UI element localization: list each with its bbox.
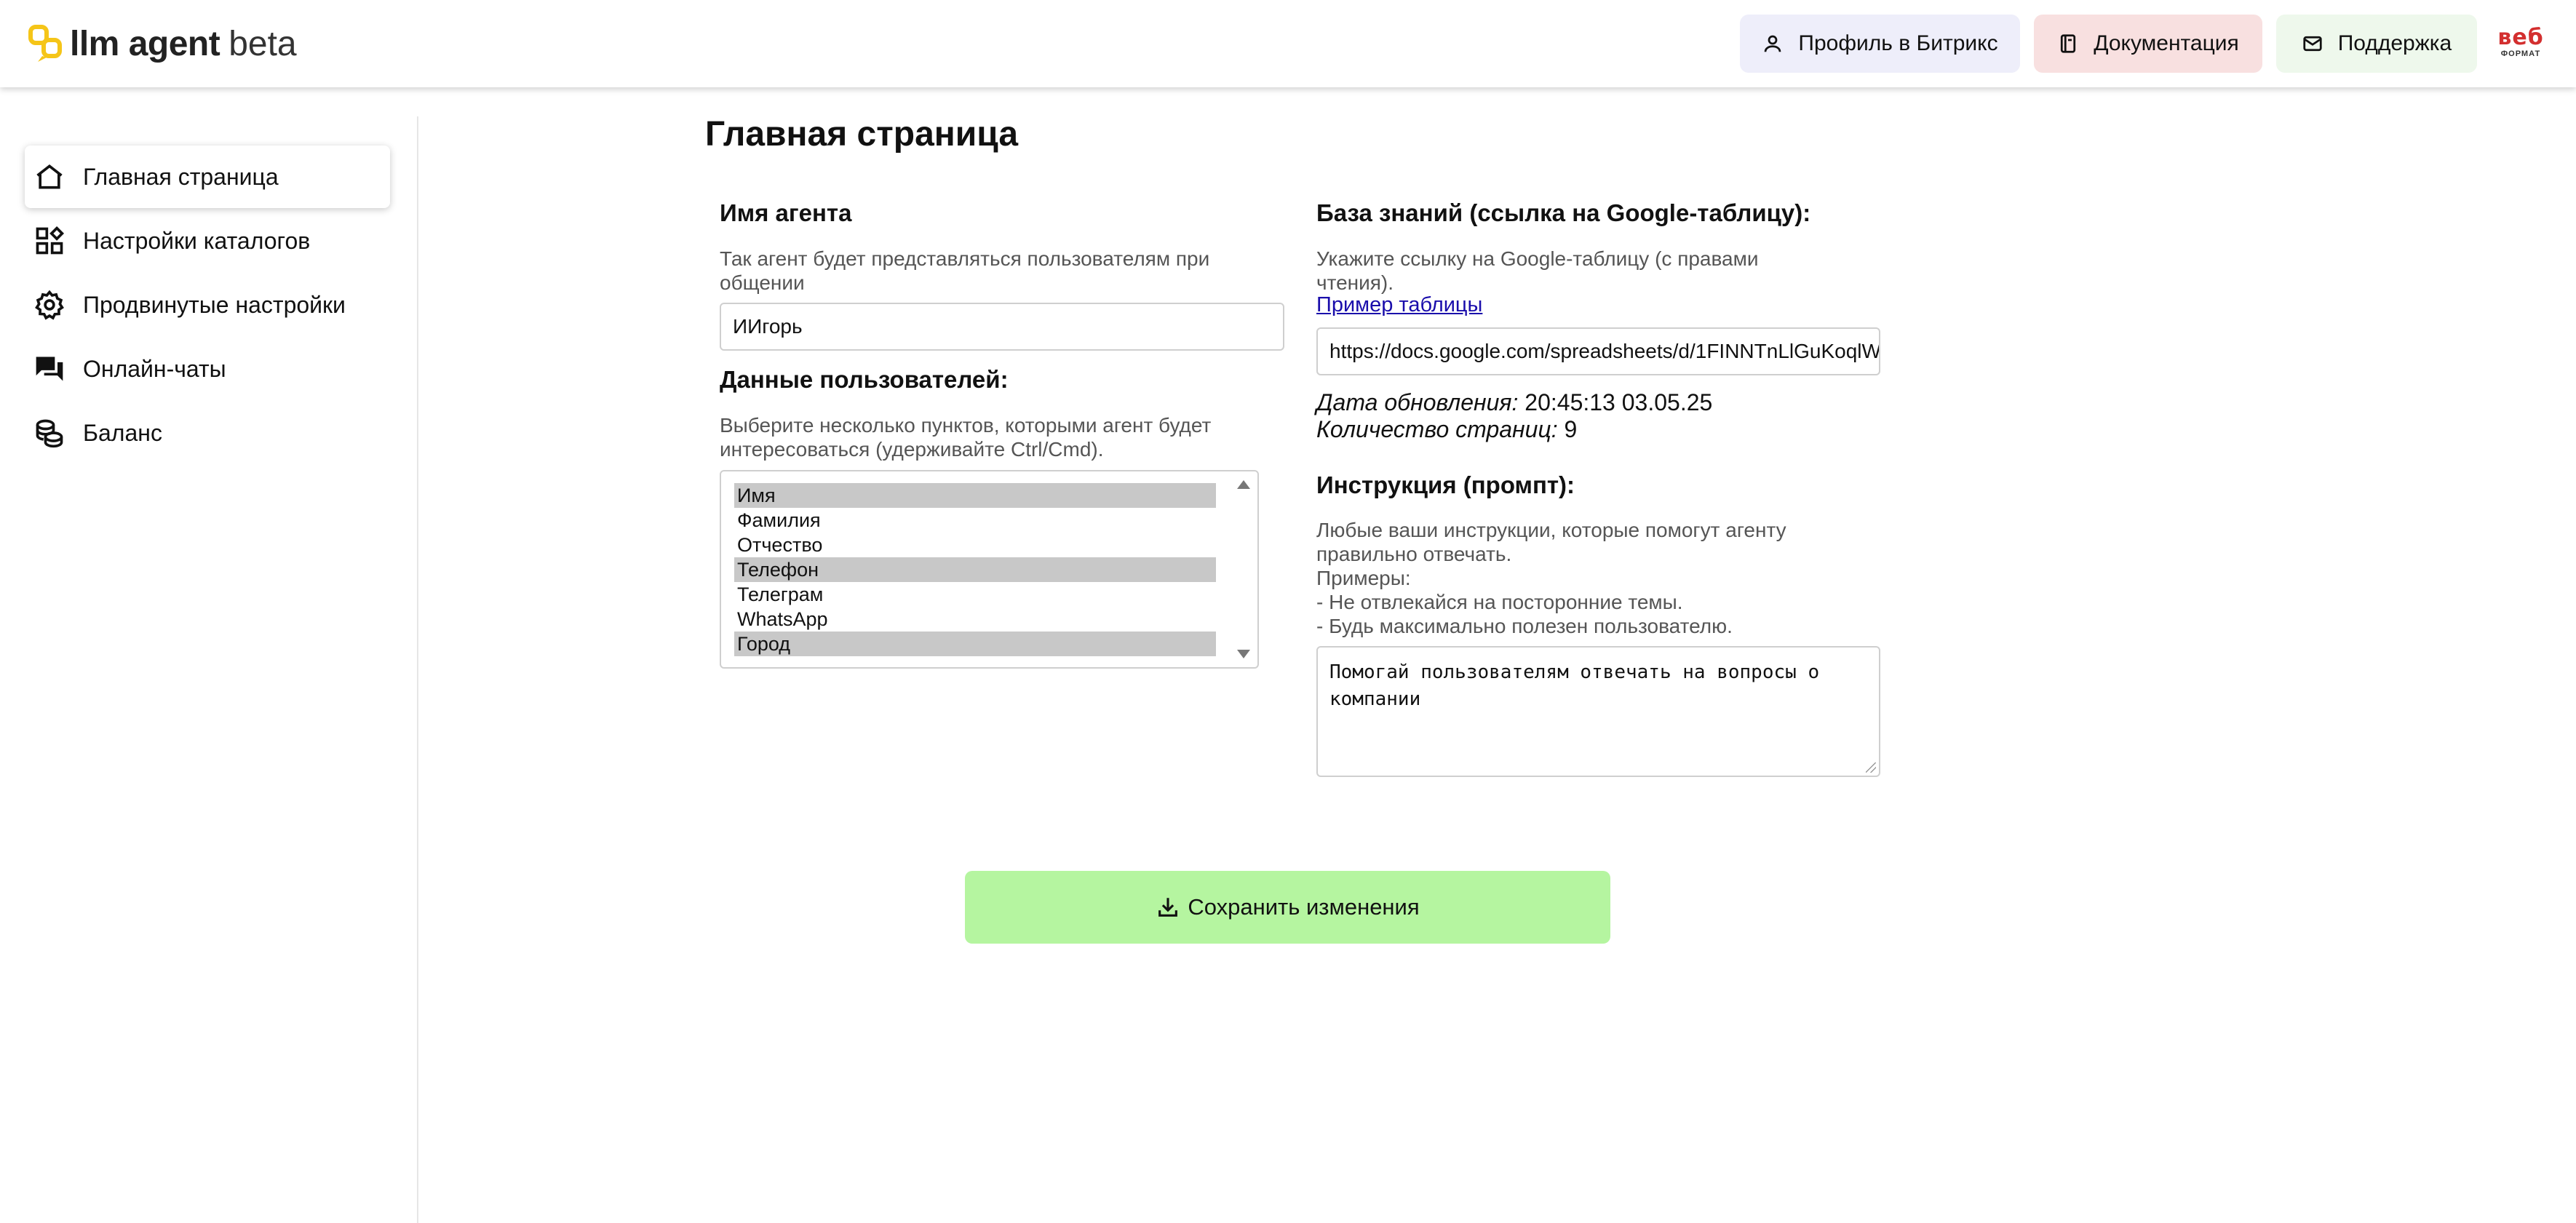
instruction-hint-line: - Не отвлекайся на посторонние темы. [1316, 591, 1683, 613]
logo-beta: beta [228, 24, 297, 63]
resize-handle[interactable] [1866, 762, 1876, 773]
brand-sub: ФОРМАТ [2500, 49, 2541, 58]
chat-icon [36, 356, 63, 381]
sidebar-item-home[interactable]: Главная страница [25, 146, 390, 208]
support-button[interactable]: Поддержка [2276, 15, 2477, 73]
sidebar-item-balance[interactable]: Баланс [25, 402, 390, 464]
agent-name-input[interactable]: ИИгорь [720, 303, 1284, 351]
page-count-value: 9 [1564, 416, 1578, 442]
download-icon [1158, 898, 1178, 917]
option-last-name[interactable]: Фамилия [734, 508, 1216, 533]
scroll-up-arrow[interactable] [1237, 480, 1250, 489]
agent-name-label: Имя агента [720, 199, 852, 226]
instruction-hint-line: Любые ваши инструкции, которые помогут а… [1316, 519, 1786, 541]
logo-icon [28, 25, 62, 62]
brand-logo[interactable]: веб ФОРМАТ [2494, 26, 2547, 61]
page-count: Количество страниц: 9 [1316, 416, 1577, 443]
update-date-label: Дата обновления: [1316, 389, 1519, 415]
knowledge-base-hint: Укажите ссылку на Google-таблицу (с прав… [1316, 247, 1759, 294]
user-data-label: Данные пользователей: [720, 366, 1009, 393]
header: llm agent beta Профиль в Битрикс Докумен… [0, 0, 2576, 87]
instruction-hint-line: Примеры: [1316, 567, 1411, 589]
instruction-label: Инструкция (промпт): [1316, 471, 1575, 498]
sidebar-item-label: Онлайн-чаты [83, 355, 226, 382]
sidebar-item-label: Баланс [83, 419, 162, 446]
option-whatsapp[interactable]: WhatsApp [734, 607, 1216, 632]
page-count-label: Количество страниц: [1316, 416, 1558, 442]
gear-icon [35, 290, 64, 320]
sidebar: Главная страница Настройки каталогов Про… [0, 116, 418, 1223]
instruction-hint-line: - Будь максимально полезен пользователю. [1316, 615, 1733, 637]
sidebar-item-label: Главная страница [83, 163, 279, 190]
profile-bitrix-label: Профиль в Битрикс [1798, 31, 1998, 55]
documentation-button[interactable]: Документация [2034, 15, 2262, 73]
option-telegram[interactable]: Телеграм [734, 582, 1216, 607]
example-table-link[interactable]: Пример таблицы [1316, 293, 1482, 317]
scroll-down-arrow[interactable] [1237, 650, 1250, 658]
logo-text: llm agent [70, 24, 220, 63]
sidebar-item-label: Настройки каталогов [83, 227, 311, 254]
user-data-select[interactable]: Имя Фамилия Отчество Телефон Телеграм Wh… [720, 470, 1259, 669]
option-city[interactable]: Город [734, 632, 1216, 656]
agent-name-hint: Так агент будет представляться пользоват… [720, 247, 1210, 294]
knowledge-base-label: База знаний (ссылка на Google-таблицу): [1316, 199, 1811, 226]
option-patronymic[interactable]: Отчество [734, 533, 1216, 557]
sidebar-item-catalog-settings[interactable]: Настройки каталогов [25, 210, 390, 272]
book-icon [2061, 34, 2076, 53]
instruction-hint: Любые ваши инструкции, которые помогут а… [1316, 518, 1786, 638]
option-phone[interactable]: Телефон [734, 557, 1216, 582]
update-date-value: 20:45:13 03.05.25 [1524, 389, 1713, 415]
save-changes-label: Сохранить изменения [1188, 894, 1420, 920]
grid-icon [36, 226, 65, 255]
page-title: Главная страница [705, 115, 1019, 154]
coins-icon [36, 419, 63, 448]
sidebar-item-advanced-settings[interactable]: Продвинутые настройки [25, 274, 390, 336]
support-label: Поддержка [2337, 31, 2452, 55]
brand-main: веб [2497, 25, 2544, 50]
instruction-hint-line: правильно отвечать. [1316, 543, 1512, 565]
app-logo[interactable]: llm agent beta [28, 22, 297, 65]
knowledge-base-url-input[interactable]: https://docs.google.com/spreadsheets/d/1… [1316, 327, 1880, 375]
instruction-textarea[interactable]: Помогай пользователям отвечать на вопрос… [1316, 646, 1880, 777]
instruction-text: Помогай пользователям отвечать на вопрос… [1329, 661, 1820, 710]
save-changes-button[interactable]: Сохранить изменения [965, 871, 1610, 944]
user-icon [1765, 35, 1781, 52]
home-icon [36, 164, 63, 189]
mail-icon [2303, 36, 2322, 52]
sidebar-item-online-chats[interactable]: Онлайн-чаты [25, 338, 390, 400]
option-first-name[interactable]: Имя [734, 483, 1216, 508]
profile-bitrix-button[interactable]: Профиль в Битрикс [1740, 15, 2020, 73]
documentation-label: Документация [2094, 31, 2239, 55]
update-date: Дата обновления: 20:45:13 03.05.25 [1316, 389, 1712, 416]
sidebar-item-label: Продвинутые настройки [83, 291, 346, 318]
user-data-hint: Выберите несколько пунктов, которыми аге… [720, 414, 1212, 461]
